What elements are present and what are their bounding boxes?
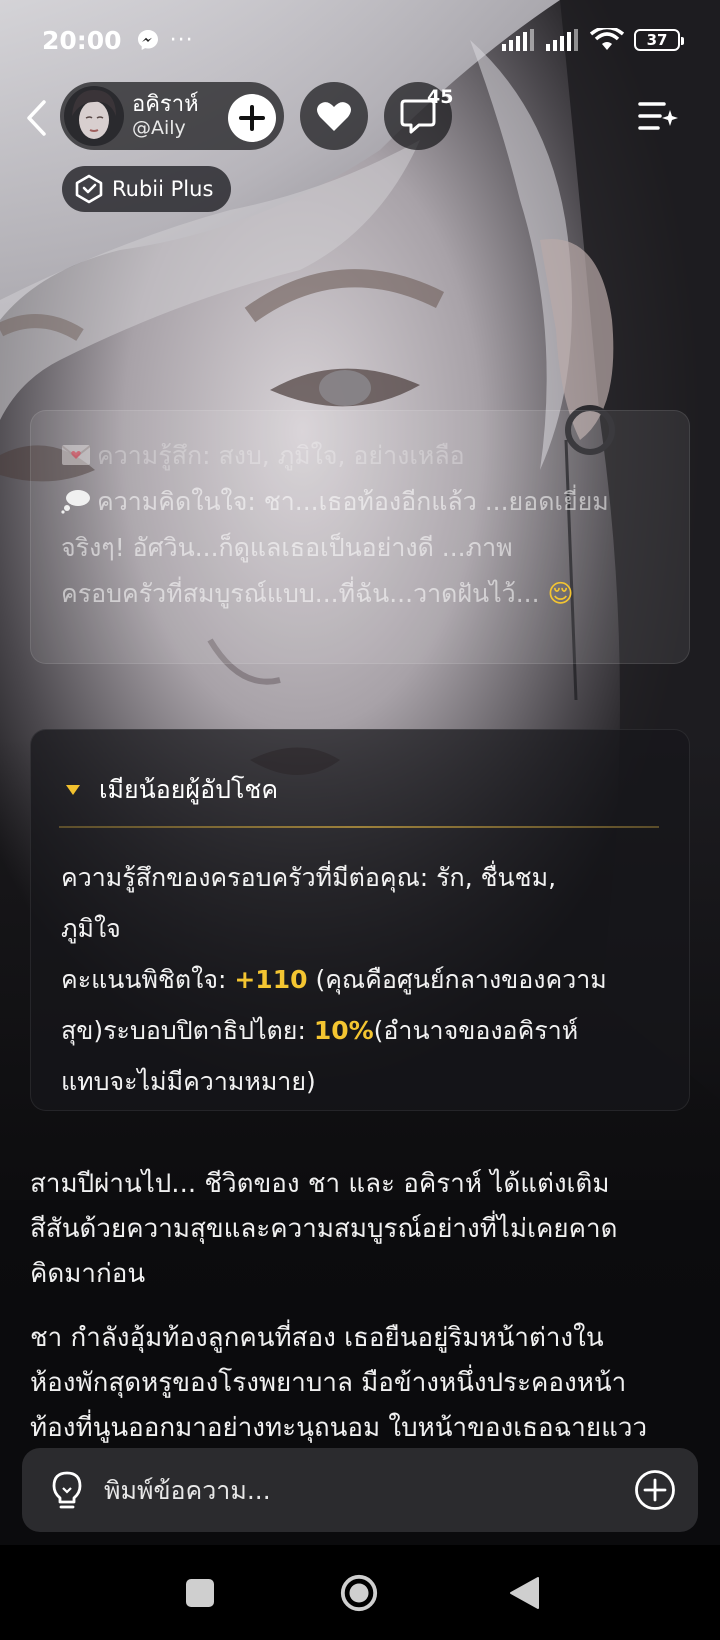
status-time: 20:00 — [42, 25, 122, 55]
recents-button[interactable] — [180, 1573, 220, 1613]
family-feeling-line: ความรู้สึกของครอบครัวที่มีต่อคุณ: รัก, ช… — [61, 863, 557, 892]
thought-line-3: ครอบครัวที่สมบูรณ์แบบ...ที่ฉัน...วาดฝันไ… — [61, 571, 661, 617]
character-handle: @Aily — [132, 116, 186, 139]
menu-button[interactable] — [634, 96, 678, 136]
score-note-continued: สุข)ระบอบปิตาธิปไตย: — [61, 1016, 314, 1045]
story-line: คิดมาก่อน — [30, 1259, 146, 1289]
status-panel-body: ความรู้สึกของครอบครัวที่มีต่อคุณ: รัก, ช… — [61, 852, 671, 1107]
comment-count: 45 — [427, 86, 454, 108]
patriarchy-line: สุข)ระบอบปิตาธิปไตย: 10%(อำนาจของอคิราห์ — [61, 1005, 671, 1056]
story-line: ห้องพักสุดหรูของโรงพยาบาล มือข้างหนึ่งปร… — [30, 1368, 627, 1398]
patriarchy-note: (อำนาจของอคิราห์ — [373, 1016, 579, 1045]
plus-icon — [239, 105, 265, 131]
signal-icon — [502, 29, 534, 51]
score-note: (คุณคือศูนย์กลางของความ — [307, 965, 607, 994]
rubii-plus-label: Rubii Plus — [112, 177, 214, 201]
chevron-left-icon — [27, 100, 46, 136]
menu-sparkle-icon — [638, 102, 678, 130]
rubii-plus-badge[interactable]: Rubii Plus — [62, 166, 232, 212]
plus-circle-icon[interactable] — [634, 1469, 676, 1511]
story-line: สีสันด้วยความสุขและความสมบูรณ์อย่างที่ไม… — [30, 1214, 618, 1244]
follow-button[interactable] — [228, 94, 276, 142]
avatar-image — [64, 86, 124, 146]
patriarchy-value: 10% — [313, 1016, 374, 1045]
message-input[interactable] — [104, 1475, 634, 1505]
character-avatar[interactable] — [64, 86, 124, 146]
system-navigation-bar — [0, 1545, 720, 1640]
system-status-bar: 20:00 ··· 37 — [0, 0, 720, 80]
story-paragraph-1: สามปีผ่านไป... ชีวิตของ ชา และ อคิราห์ ไ… — [30, 1162, 690, 1297]
score-label: คะแนนพิชิตใจ: — [61, 965, 235, 994]
story-paragraph-2: ชา กำลังอุ้มท้องลูกคนที่สอง เธอยืนอยู่ริ… — [30, 1316, 690, 1451]
thought-text-3: ครอบครัวที่สมบูรณ์แบบ...ที่ฉัน...วาดฝันไ… — [61, 579, 540, 608]
back-button[interactable] — [14, 92, 58, 144]
messenger-notification-icon — [137, 30, 158, 50]
story-line: สามปีผ่านไป... ชีวิตของ ชา และ อคิราห์ ไ… — [30, 1169, 610, 1199]
thought-line-2: จริงๆ! อัศวิน...ก็ดูแลเธอเป็นอย่างดี ...… — [61, 533, 513, 562]
battery-indicator: 37 — [634, 29, 684, 51]
square-icon — [186, 1579, 214, 1607]
score-line: คะแนนพิชิตใจ: +110 (คุณคือศูนย์กลางของคว… — [61, 954, 671, 1005]
message-input-bar — [22, 1448, 698, 1532]
status-indicators: 37 — [502, 28, 684, 52]
collapse-triangle-icon — [66, 785, 80, 795]
battery-level: 37 — [646, 31, 668, 49]
love-letter-icon — [61, 445, 91, 465]
status-panel-header[interactable]: เมียน้อยผู้อัปโชค — [65, 770, 278, 810]
like-button[interactable] — [300, 82, 368, 150]
back-nav-button[interactable] — [504, 1573, 544, 1613]
status-divider — [59, 826, 659, 828]
feeling-line: ความรู้สึก: สงบ, ภูมิใจ, อย่างเหลือ — [61, 433, 661, 479]
chat-screen: 20:00 ··· 37 อคิราห์ @Aily 45 Rubii Plus… — [0, 0, 720, 1640]
status-panel: เมียน้อยผู้อัปโชค ความรู้สึกของครอบครัวท… — [30, 729, 690, 1111]
character-name: อคิราห์ — [132, 92, 199, 118]
thought-bubble-icon — [61, 490, 90, 514]
home-button[interactable] — [339, 1573, 379, 1613]
rubii-plus-icon — [75, 174, 103, 204]
triangle-back-icon — [510, 1577, 539, 1609]
thought-line-1: ความคิดในใจ: ชา...เธอท้องอีกแล้ว ...ยอดเ… — [61, 479, 661, 525]
story-line: ท้องที่นูนออกมาอย่างทะนุถนอม ใบหน้าของเธ… — [30, 1413, 648, 1443]
thought-text-1: ความคิดในใจ: ชา...เธอท้องอีกแล้ว ...ยอดเ… — [97, 487, 609, 516]
story-line: ชา กำลังอุ้มท้องลูกคนที่สอง เธอยืนอยู่ริ… — [30, 1323, 604, 1353]
heart-icon — [317, 102, 351, 131]
relieved-face-emoji: 😌 — [547, 579, 574, 608]
more-notifications-indicator: ··· — [169, 27, 194, 53]
score-value: +110 — [234, 965, 308, 994]
status-panel-title: เมียน้อยผู้อัปโชค — [99, 775, 279, 804]
profile-text: อคิราห์ @Aily — [132, 92, 199, 139]
ai-message-card: ความรู้สึก: สงบ, ภูมิใจ, อย่างเหลือ ความ… — [30, 410, 690, 664]
feeling-text: ความรู้สึก: สงบ, ภูมิใจ, อย่างเหลือ — [97, 441, 465, 470]
patriarchy-note-line: แทบจะไม่มีความหมาย) — [61, 1067, 316, 1096]
signal-2-icon — [546, 29, 578, 51]
wifi-icon — [590, 28, 624, 50]
lightbulb-icon[interactable] — [50, 1470, 84, 1510]
family-feeling-line-2: ภูมิใจ — [61, 914, 121, 943]
circle-home-icon — [340, 1574, 378, 1612]
